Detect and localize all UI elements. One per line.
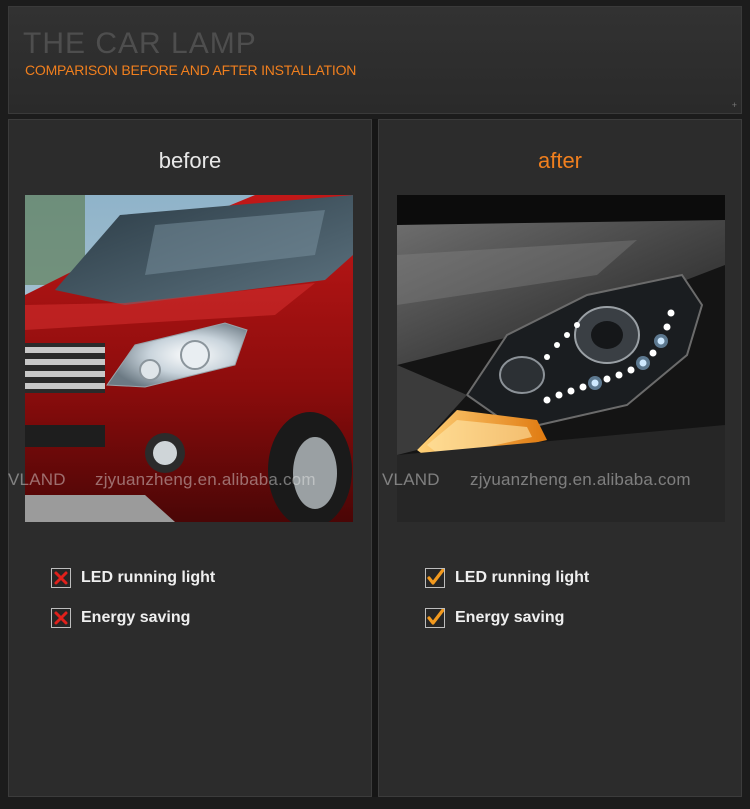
header-subtitle: COMPARISON BEFORE AND AFTER INSTALLATION xyxy=(25,62,357,78)
after-photo xyxy=(397,195,725,522)
after-checklist: LED running light Energy saving xyxy=(425,568,589,648)
after-item-label: LED running light xyxy=(455,569,590,586)
list-item: Energy saving xyxy=(51,608,215,628)
checkmark-icon xyxy=(425,568,445,588)
led-headlight-image xyxy=(397,195,725,522)
before-panel: before LED running light Energy saving xyxy=(8,119,372,797)
before-title: before xyxy=(158,148,222,173)
after-item-label: Energy saving xyxy=(455,609,565,626)
x-mark-icon xyxy=(51,568,71,588)
header-banner: THE CAR LAMP COMPARISON BEFORE AND AFTER… xyxy=(8,6,742,114)
red-suv-image xyxy=(25,195,353,522)
before-checklist: LED running light Energy saving xyxy=(51,568,215,648)
before-item-label: Energy saving xyxy=(81,609,191,626)
list-item: LED running light xyxy=(51,568,215,588)
x-mark-icon xyxy=(51,608,71,628)
header-bg-title: THE CAR LAMP xyxy=(23,27,257,60)
list-item: Energy saving xyxy=(425,608,589,628)
after-title: after xyxy=(537,148,583,173)
after-panel: after LED running light Energy saving xyxy=(378,119,742,797)
list-item: LED running light xyxy=(425,568,589,588)
before-item-label: LED running light xyxy=(81,569,216,586)
checkmark-icon xyxy=(425,608,445,628)
plus-icon: + xyxy=(731,100,737,110)
before-photo xyxy=(25,195,353,522)
